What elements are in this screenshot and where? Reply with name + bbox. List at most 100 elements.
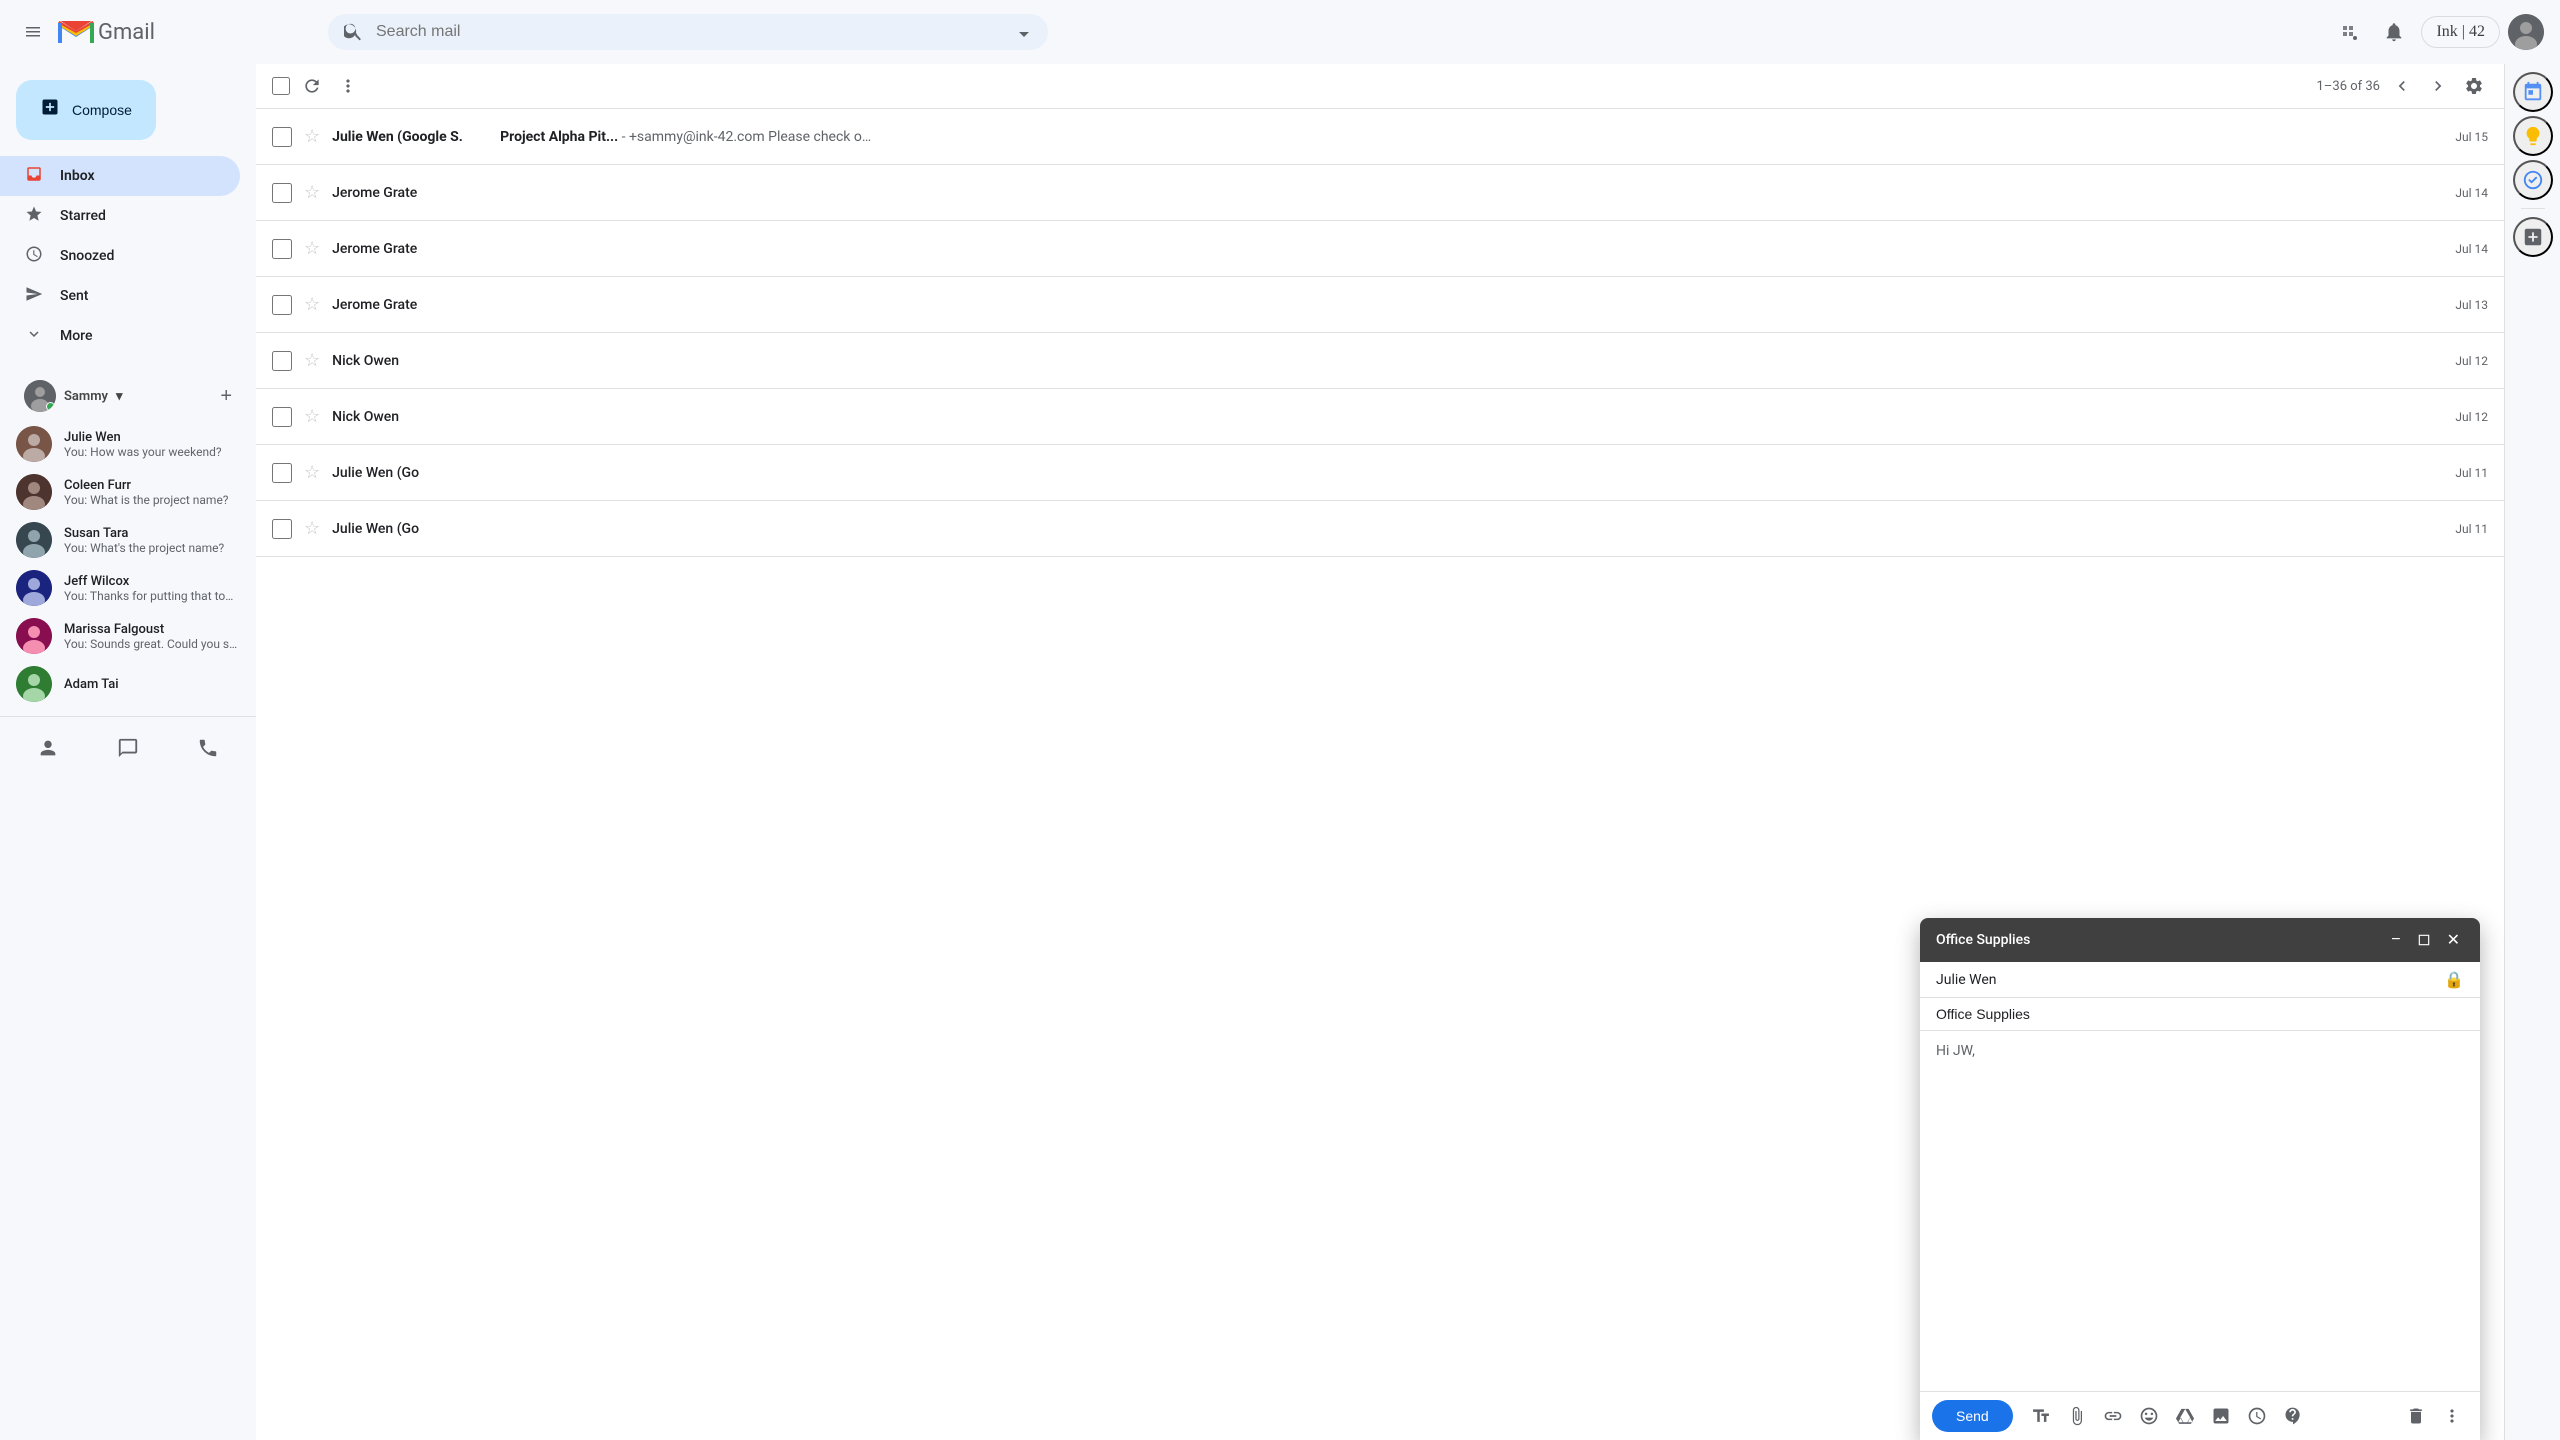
email-checkbox[interactable] (272, 519, 292, 539)
contact-marissa-falgoust[interactable]: Marissa Falgoust You: Sounds great. Coul… (0, 612, 256, 660)
star-icon[interactable]: ☆ (304, 294, 320, 315)
nav-starred[interactable]: Starred (0, 196, 240, 236)
more-label: More (60, 328, 93, 344)
email-checkbox[interactable] (272, 127, 292, 147)
header-right: Ink | 42 (2331, 13, 2544, 51)
compose-header[interactable]: Office Supplies − ✕ (1920, 918, 2480, 962)
contact-susan-tara[interactable]: Susan Tara You: What's the project name? (0, 516, 256, 564)
email-row[interactable]: ☆ Nick Owen Jul 12 (256, 389, 2504, 445)
compose-subject-input[interactable] (1936, 1006, 2464, 1022)
star-icon[interactable]: ☆ (304, 406, 320, 427)
settings-button[interactable] (2460, 72, 2488, 100)
keep-icon-button[interactable] (2513, 116, 2553, 156)
search-dropdown-icon[interactable] (1012, 22, 1032, 42)
compose-lock-icon: 🔒 (2444, 970, 2464, 989)
signature-button[interactable] (2277, 1400, 2309, 1432)
account-section: Sammy ▾ + (0, 372, 256, 420)
email-row[interactable]: ☆ Jerome Grate Jul 14 (256, 165, 2504, 221)
email-checkbox[interactable] (272, 239, 292, 259)
contact-avatar-adam (16, 666, 52, 702)
email-row[interactable]: ☆ Nick Owen Jul 12 (256, 333, 2504, 389)
hamburger-button[interactable] (16, 15, 50, 49)
compose-close-button[interactable]: ✕ (2443, 928, 2464, 952)
email-row[interactable]: ☆ Julie Wen (Go Jul 11 (256, 501, 2504, 557)
contact-list: Julie Wen You: How was your weekend? Col… (0, 420, 256, 708)
more-actions-button[interactable] (334, 72, 362, 100)
insert-emoji-button[interactable] (2133, 1400, 2165, 1432)
contact-info-marissa: Marissa Falgoust You: Sounds great. Coul… (64, 622, 240, 651)
contact-avatar-jeff (16, 570, 52, 606)
more-compose-options-button[interactable] (2436, 1400, 2468, 1432)
add-contact-button[interactable]: + (220, 385, 232, 408)
search-input[interactable] (376, 23, 1000, 41)
star-icon[interactable]: ☆ (304, 462, 320, 483)
star-icon[interactable]: ☆ (304, 238, 320, 259)
contact-name: Susan Tara (64, 526, 240, 541)
email-checkbox[interactable] (272, 407, 292, 427)
contact-adam-tai[interactable]: Adam Tai (0, 660, 256, 708)
calendar-icon-button[interactable] (2513, 72, 2553, 112)
compose-button[interactable]: Compose (16, 80, 156, 140)
star-icon[interactable]: ☆ (304, 518, 320, 539)
insert-photo-button[interactable] (2205, 1400, 2237, 1432)
contact-jeff-wilcox[interactable]: Jeff Wilcox You: Thanks for putting that… (0, 564, 256, 612)
ink42-badge[interactable]: Ink | 42 (2421, 16, 2500, 48)
compose-expand-button[interactable] (2413, 928, 2435, 952)
drive-button[interactable] (2169, 1400, 2201, 1432)
attach-file-button[interactable] (2061, 1400, 2093, 1432)
header-left: Gmail (16, 15, 316, 49)
contact-julie-wen[interactable]: Julie Wen You: How was your weekend? (0, 420, 256, 468)
email-date: Jul 11 (2438, 522, 2488, 536)
email-row[interactable]: ☆ Julie Wen (Go Jul 11 (256, 445, 2504, 501)
format-text-button[interactable] (2025, 1400, 2057, 1432)
search-bar[interactable] (328, 14, 1048, 50)
sent-label: Sent (60, 288, 88, 304)
contact-coleen-furr[interactable]: Coleen Furr You: What is the project nam… (0, 468, 256, 516)
email-toolbar: 1–36 of 36 (256, 64, 2504, 109)
star-icon[interactable]: ☆ (304, 182, 320, 203)
phone-icon-button[interactable] (189, 729, 227, 767)
account-name: Sammy (64, 389, 108, 404)
email-sender: Jerome Grate (332, 185, 492, 201)
email-checkbox[interactable] (272, 351, 292, 371)
nav-snoozed[interactable]: Snoozed (0, 236, 240, 276)
tasks-icon-button[interactable] (2513, 160, 2553, 200)
insert-link-button[interactable] (2097, 1400, 2129, 1432)
star-icon[interactable]: ☆ (304, 350, 320, 371)
contact-name: Jeff Wilcox (64, 574, 240, 589)
confidential-button[interactable] (2241, 1400, 2273, 1432)
contact-avatar-marissa (16, 618, 52, 654)
email-row[interactable]: ☆ Jerome Grate Jul 14 (256, 221, 2504, 277)
notifications-button[interactable] (2375, 13, 2413, 51)
compose-window: Office Supplies − ✕ Julie Wen 🔒 Hi JW, S… (1920, 918, 2480, 1440)
add-app-button[interactable] (2513, 217, 2553, 257)
contact-preview: You: How was your weekend? (64, 445, 240, 459)
email-row[interactable]: ☆ Julie Wen (Google S. Project Alpha Pit… (256, 109, 2504, 165)
compose-minimize-button[interactable]: − (2387, 928, 2404, 952)
email-checkbox[interactable] (272, 463, 292, 483)
next-page-button[interactable] (2424, 72, 2452, 100)
nav-sent[interactable]: Sent (0, 276, 240, 316)
chat-icon-button[interactable] (109, 729, 147, 767)
compose-to-row: Julie Wen 🔒 (1920, 962, 2480, 998)
select-all-checkbox[interactable] (272, 77, 290, 95)
nav-more[interactable]: More (0, 316, 240, 356)
compose-body[interactable]: Hi JW, (1920, 1031, 2480, 1391)
delete-compose-button[interactable] (2400, 1400, 2432, 1432)
send-button[interactable]: Send (1932, 1400, 2013, 1432)
sidebar-bottom-icons (0, 716, 256, 779)
apps-button[interactable] (2331, 14, 2367, 50)
people-icon-button[interactable] (29, 729, 67, 767)
account-dropdown[interactable]: ▾ (116, 389, 123, 404)
contact-info-susan: Susan Tara You: What's the project name? (64, 526, 240, 555)
avatar[interactable] (2508, 14, 2544, 50)
email-row[interactable]: ☆ Jerome Grate Jul 13 (256, 277, 2504, 333)
email-checkbox[interactable] (272, 295, 292, 315)
refresh-button[interactable] (298, 72, 326, 100)
email-date: Jul 14 (2438, 242, 2488, 256)
prev-page-button[interactable] (2388, 72, 2416, 100)
star-icon[interactable]: ☆ (304, 126, 320, 147)
nav-inbox[interactable]: Inbox (0, 156, 240, 196)
email-checkbox[interactable] (272, 183, 292, 203)
right-panel (2504, 64, 2560, 1440)
